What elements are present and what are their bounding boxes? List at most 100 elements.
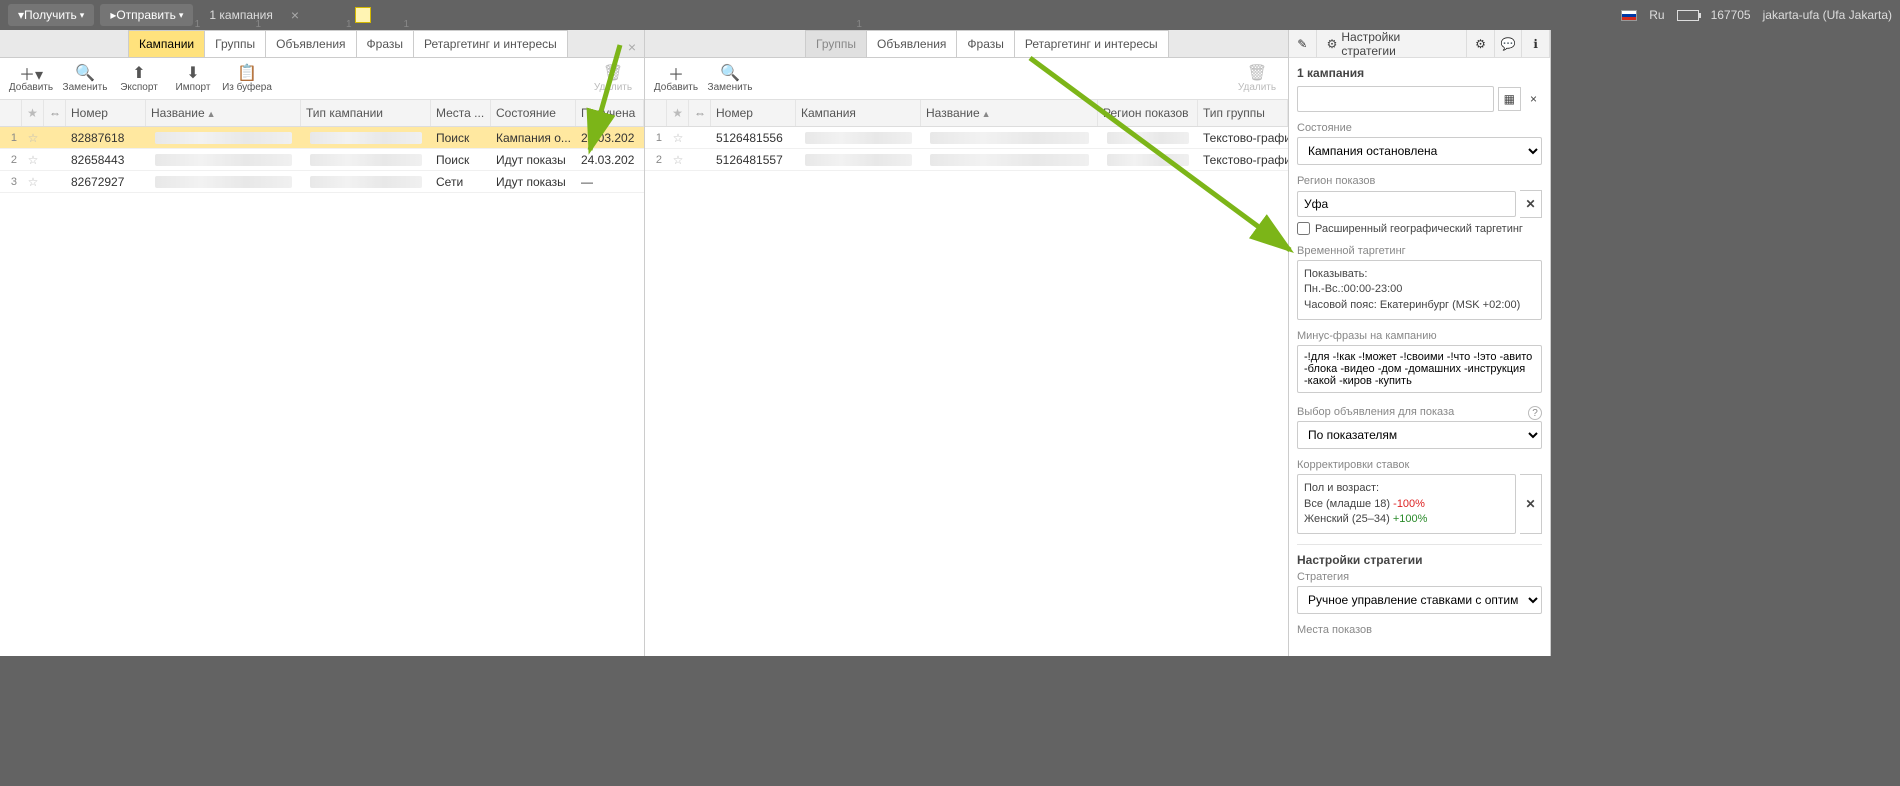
ad-select[interactable]: По показателям: [1297, 421, 1542, 449]
left-grid-body: 1 ☆ 82887618 Поиск Кампания о... 24.03.2…: [0, 127, 644, 656]
edit-icon[interactable]: ✎: [1289, 30, 1317, 58]
send-label: Отправить: [116, 8, 176, 22]
battery-icon: [1677, 10, 1699, 21]
left-pane: 1Кампании 1Группы 1Объявления 1Фразы Рет…: [0, 30, 645, 656]
resize-column[interactable]: ⇔: [689, 100, 711, 126]
blurred-text: [310, 154, 422, 166]
star-icon[interactable]: ☆: [22, 150, 44, 170]
right-pane-body: 1 кампания ▦ × Состояние Кампания остано…: [1289, 58, 1550, 656]
replace-button[interactable]: 🔍Заменить: [58, 64, 112, 93]
notes-icon[interactable]: [355, 7, 371, 23]
strategy-section: Настройки стратегии: [1297, 544, 1542, 571]
col-state[interactable]: Состояние: [491, 100, 576, 126]
star-column[interactable]: ★: [667, 100, 689, 126]
col-name[interactable]: Название▲: [921, 100, 1098, 126]
col-campaign[interactable]: Кампания: [796, 100, 921, 126]
receive-button[interactable]: ▾ Получить▾: [8, 4, 94, 26]
sort-asc-icon: ▲: [207, 109, 216, 119]
export-button[interactable]: ⬆Экспорт: [112, 64, 166, 93]
tab-groups[interactable]: 1Группы: [805, 30, 867, 57]
star-icon[interactable]: ☆: [22, 172, 44, 192]
blurred-text: [805, 132, 912, 144]
time-targeting-box[interactable]: Показывать: Пн.-Вс.:00:00-23:00 Часовой …: [1297, 260, 1542, 320]
receive-label: Получить: [24, 8, 77, 22]
adsel-label: Выбор объявления для показа?: [1297, 406, 1542, 418]
add-button[interactable]: ＋▾Добавить: [4, 64, 58, 93]
close-icon[interactable]: ×: [1525, 88, 1542, 110]
top-bar: ▾ Получить▾ ▸ Отправить▾ 1 кампания × Ru…: [0, 0, 1900, 30]
delete-button[interactable]: 🗑Удалить: [586, 64, 640, 93]
star-icon[interactable]: ☆: [667, 128, 689, 148]
close-tab-icon[interactable]: ×: [283, 5, 307, 25]
clear-corrections-button[interactable]: ✕: [1520, 474, 1542, 534]
table-row[interactable]: 1 ☆ 82887618 Поиск Кампания о... 24.03.2…: [0, 127, 644, 149]
star-icon[interactable]: ☆: [667, 150, 689, 170]
minus-phrases-input[interactable]: -!для -!как -!может -!своими -!что -!это…: [1297, 345, 1542, 393]
col-name[interactable]: Название▲: [146, 100, 301, 126]
tab-retargeting[interactable]: Ретаргетинг и интересы: [413, 30, 568, 57]
trash-icon: 🗑: [603, 64, 623, 82]
region-input[interactable]: [1297, 191, 1516, 217]
gear-icon[interactable]: ⚙: [1467, 30, 1495, 58]
plus-icon: ＋▾: [19, 64, 43, 82]
replace-button[interactable]: 🔍Заменить: [703, 64, 757, 93]
resize-column[interactable]: ⇔: [44, 100, 66, 126]
plus-icon: ＋: [668, 64, 684, 82]
state-select[interactable]: Кампания остановлена: [1297, 137, 1542, 165]
blurred-text: [155, 176, 292, 188]
clipboard-icon: 📋: [237, 64, 257, 82]
col-number[interactable]: Номер: [711, 100, 796, 126]
mid-grid-header: ★ ⇔ Номер Кампания Название▲ Регион пока…: [645, 100, 1288, 127]
table-row[interactable]: 1 ☆ 5126481556 Текстово-графич...: [645, 127, 1288, 149]
tab-retargeting[interactable]: Ретаргетинг и интересы: [1014, 30, 1169, 57]
col-region[interactable]: Регион показов: [1098, 100, 1198, 126]
blurred-text: [1107, 154, 1189, 166]
tab-groups[interactable]: 1Группы: [204, 30, 266, 57]
star-icon[interactable]: ☆: [22, 128, 44, 148]
strategy-select[interactable]: Ручное управление ставками с оптимиза...: [1297, 586, 1542, 614]
blurred-text: [310, 132, 422, 144]
mid-grid-body: 1 ☆ 5126481556 Текстово-графич... 2 ☆ 51…: [645, 127, 1288, 656]
tab-phrases[interactable]: 1Фразы: [356, 30, 414, 57]
tab-ads[interactable]: 1Объявления: [265, 30, 356, 57]
info-icon[interactable]: ℹ: [1522, 30, 1550, 58]
col-type[interactable]: Тип группы: [1198, 100, 1288, 126]
paste-button[interactable]: 📋Из буфера: [220, 64, 274, 93]
left-toolbar: ＋▾Добавить 🔍Заменить ⬆Экспорт ⬇Импорт 📋И…: [0, 58, 644, 100]
blurred-text: [310, 176, 422, 188]
add-button[interactable]: ＋Добавить: [649, 64, 703, 93]
comment-icon[interactable]: 💬: [1495, 30, 1523, 58]
send-button[interactable]: ▸ Отправить▾: [100, 4, 193, 26]
import-button[interactable]: ⬇Импорт: [166, 64, 220, 93]
table-row[interactable]: 2 ☆ 82658443 Поиск Идут показы 24.03.202: [0, 149, 644, 171]
mid-pane: 1Группы Объявления Фразы Ретаргетинг и и…: [645, 30, 1289, 656]
right-pane-header: ✎ ⚙ Настройки стратегии ⚙ 💬 ℹ: [1289, 30, 1550, 58]
places-label: Места показов: [1297, 624, 1542, 636]
col-place[interactable]: Места ...: [431, 100, 491, 126]
campaign-name-input[interactable]: [1297, 86, 1494, 112]
grid-icon[interactable]: ▦: [1498, 87, 1521, 111]
strategy-settings-button[interactable]: ⚙ Настройки стратегии: [1317, 30, 1468, 58]
pane-close-icon[interactable]: ×: [620, 37, 644, 57]
tab-campaigns[interactable]: 1Кампании: [128, 30, 205, 57]
bid-corrections-box[interactable]: Пол и возраст: Все (младше 18) -100% Жен…: [1297, 474, 1516, 534]
col-number[interactable]: Номер: [66, 100, 146, 126]
campaign-count: 1 кампания: [199, 8, 282, 22]
star-column[interactable]: ★: [22, 100, 44, 126]
lang-label[interactable]: Ru: [1649, 8, 1664, 22]
sort-asc-icon: ▲: [982, 109, 991, 119]
tab-phrases[interactable]: Фразы: [956, 30, 1014, 57]
table-row[interactable]: 3 ☆ 82672927 Сети Идут показы —: [0, 171, 644, 193]
delete-button[interactable]: 🗑Удалить: [1230, 64, 1284, 93]
tab-ads[interactable]: Объявления: [866, 30, 957, 57]
clear-region-button[interactable]: ✕: [1520, 190, 1542, 218]
table-row[interactable]: 2 ☆ 5126481557 Текстово-графич...: [645, 149, 1288, 171]
mid-tabs: 1Группы Объявления Фразы Ретаргетинг и и…: [645, 30, 1288, 58]
strategy-label: Стратегия: [1297, 571, 1542, 583]
col-type[interactable]: Тип кампании: [301, 100, 431, 126]
help-icon[interactable]: ?: [1528, 406, 1542, 420]
user-label[interactable]: jakarta-ufa (Ufa Jakarta): [1763, 8, 1892, 22]
geo-ext-checkbox[interactable]: Расширенный географический таргетинг: [1297, 222, 1542, 235]
chevron-down-icon: ▾: [179, 10, 184, 21]
col-date[interactable]: Получена: [576, 100, 644, 126]
